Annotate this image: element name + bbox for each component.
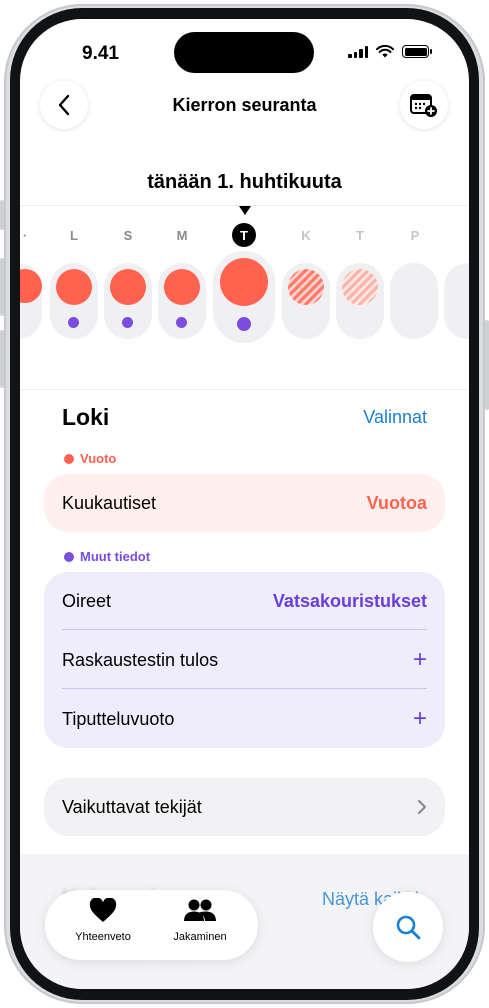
flow-dot bbox=[56, 269, 92, 305]
other-card: Oireet Vatsakouristukset Raskaustestin t… bbox=[44, 572, 445, 748]
heart-icon bbox=[89, 897, 117, 922]
day-letter: P bbox=[410, 228, 420, 243]
tab-sharing-label: Jakaminen bbox=[173, 931, 227, 943]
predicted-flow-dot bbox=[342, 269, 378, 305]
flow-dot-today bbox=[220, 258, 268, 306]
status-time: 9.41 bbox=[82, 43, 119, 64]
symptoms-row[interactable]: Oireet Vatsakouristukset bbox=[62, 572, 427, 630]
plus-icon[interactable]: + bbox=[413, 648, 427, 672]
options-link[interactable]: Valinnat bbox=[363, 407, 427, 428]
search-icon bbox=[396, 915, 421, 940]
flow-dot bbox=[164, 269, 200, 305]
power-button bbox=[485, 320, 489, 410]
flow-dot-icon bbox=[64, 453, 74, 464]
day-letter: K bbox=[301, 228, 311, 243]
flow-row[interactable]: Kuukautiset Vuotoa bbox=[62, 474, 427, 532]
flow-row-value: Vuotoa bbox=[366, 492, 427, 513]
notes-dot-icon bbox=[64, 551, 74, 562]
spotting-label: Tiputteluvuoto bbox=[62, 708, 175, 729]
action-button bbox=[0, 200, 4, 230]
flow-row-label: Kuukautiset bbox=[62, 492, 157, 513]
search-button[interactable] bbox=[373, 892, 443, 962]
volume-up-button bbox=[0, 258, 4, 316]
tab-bar: Yhteenveto Jakaminen bbox=[45, 890, 258, 960]
predicted-flow-dot bbox=[288, 269, 324, 305]
tab-sharing[interactable]: Jakaminen bbox=[150, 898, 250, 943]
add-calendar-button[interactable] bbox=[400, 81, 448, 129]
signal-icon bbox=[348, 45, 368, 58]
flow-card[interactable]: Kuukautiset Vuotoa bbox=[44, 474, 445, 532]
day-letter: T bbox=[356, 228, 364, 243]
log-title: Loki bbox=[62, 404, 110, 430]
row-divider bbox=[62, 629, 427, 630]
row-divider bbox=[62, 688, 427, 689]
note-dot bbox=[68, 317, 79, 328]
factors-row[interactable]: Vaikuttavat tekijät bbox=[62, 778, 427, 836]
day-letter: M bbox=[176, 228, 188, 243]
volume-down-button bbox=[0, 330, 4, 388]
chevron-right-icon bbox=[417, 799, 427, 815]
note-dot bbox=[122, 317, 133, 328]
pregnancy-test-label: Raskaustestin tulos bbox=[62, 649, 219, 670]
screen: 9.41 Kierron seuranta tänään 1. huhtikuu… bbox=[20, 19, 469, 989]
note-dot bbox=[176, 317, 187, 328]
other-category-label: Muut tiedot bbox=[64, 549, 150, 564]
selected-date: tänään 1. huhtikuuta bbox=[147, 171, 342, 193]
other-category-text: Muut tiedot bbox=[80, 549, 151, 564]
people-icon bbox=[184, 899, 216, 921]
flow-category-text: Vuoto bbox=[80, 451, 117, 466]
spotting-row[interactable]: Tiputteluvuoto + bbox=[62, 690, 427, 748]
symptoms-label: Oireet bbox=[62, 590, 112, 611]
flow-category-label: Vuoto bbox=[64, 451, 116, 466]
symptoms-value: Vatsakouristukset bbox=[272, 590, 427, 611]
pregnancy-test-row[interactable]: Raskaustestin tulos + bbox=[62, 631, 427, 689]
dynamic-island bbox=[174, 32, 314, 73]
tab-summary-label: Yhteenveto bbox=[75, 931, 131, 943]
day-pill[interactable] bbox=[390, 263, 438, 339]
divider bbox=[20, 389, 469, 390]
day-letter: S bbox=[123, 228, 133, 243]
day-letter: L bbox=[70, 228, 78, 243]
plus-icon[interactable]: + bbox=[413, 707, 427, 731]
note-dot-today bbox=[237, 317, 251, 331]
battery-icon bbox=[402, 45, 432, 58]
status-icons bbox=[348, 45, 432, 58]
calendar-add-icon bbox=[410, 94, 437, 117]
flow-dot bbox=[110, 269, 146, 305]
wifi-icon bbox=[376, 45, 394, 58]
today-pointer-icon bbox=[239, 206, 251, 215]
tab-summary[interactable]: Yhteenveto bbox=[53, 897, 153, 943]
factors-label: Vaikuttavat tekijät bbox=[62, 796, 202, 817]
day-letter-today: T bbox=[240, 228, 248, 243]
factors-card[interactable]: Vaikuttavat tekijät bbox=[44, 778, 445, 836]
day-pill[interactable] bbox=[444, 263, 469, 339]
